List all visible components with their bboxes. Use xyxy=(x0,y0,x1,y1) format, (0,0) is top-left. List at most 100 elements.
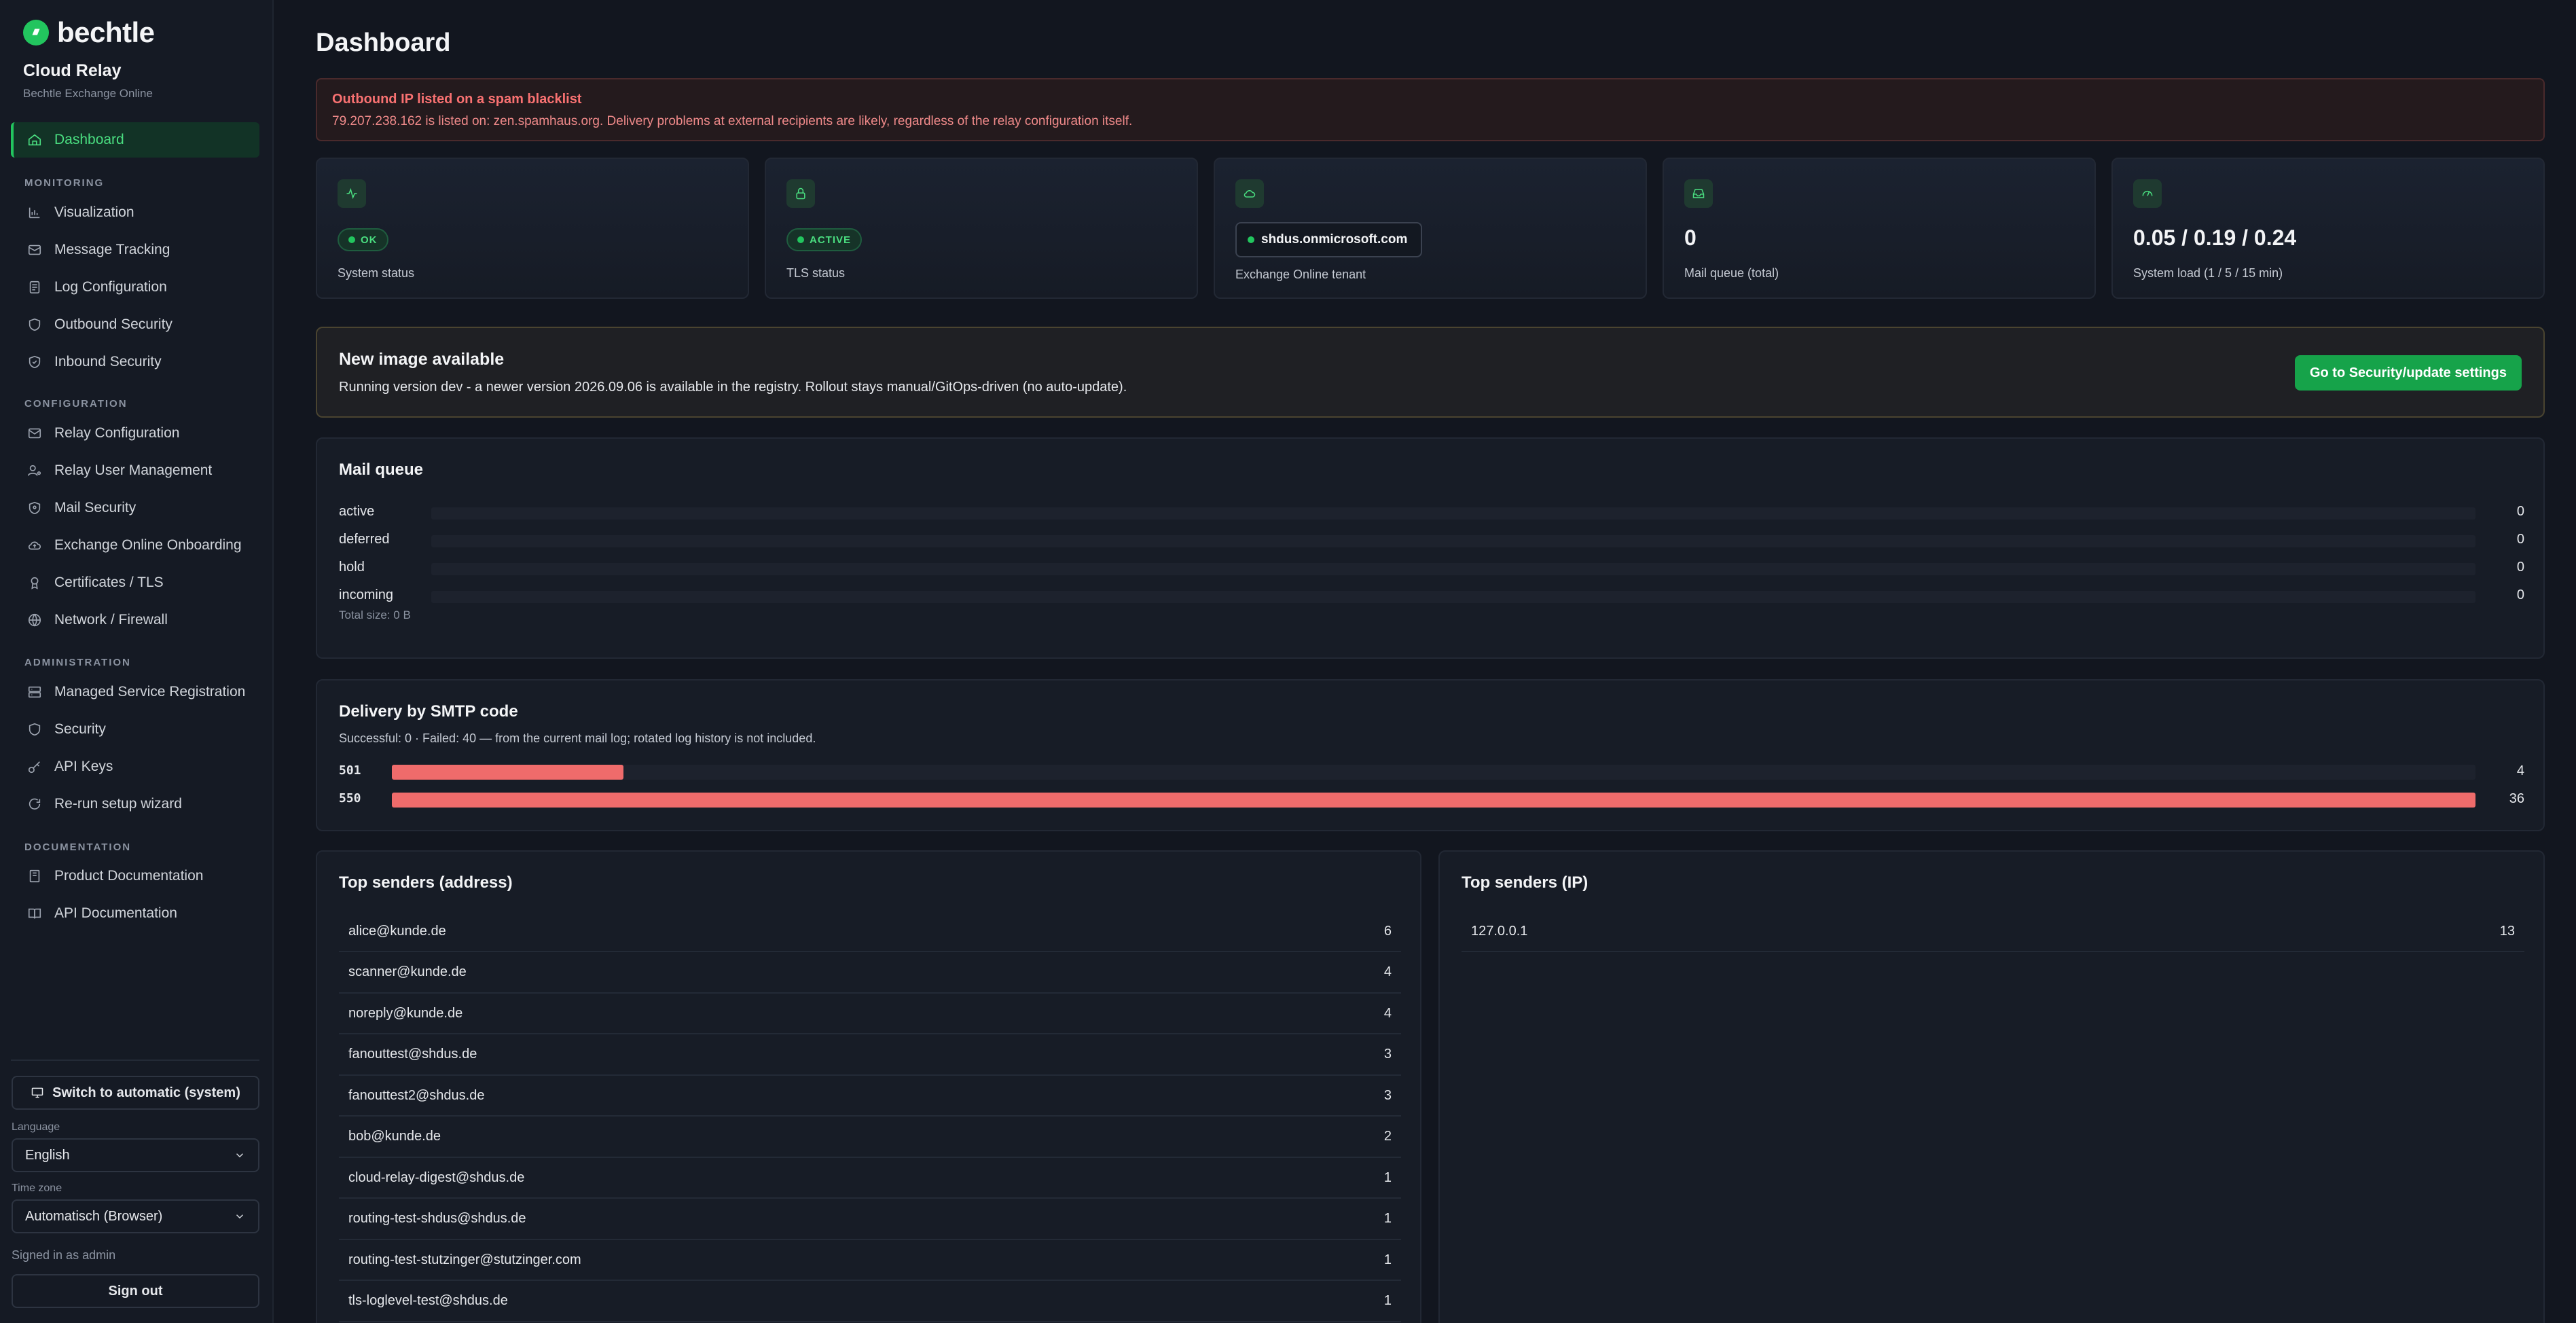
queue-row: deferred 0 xyxy=(339,530,2524,551)
nav-dashboard-label: Dashboard xyxy=(54,132,124,147)
mail-queue-value: 0 xyxy=(1684,225,1697,250)
sign-out-button[interactable]: Sign out xyxy=(12,1274,259,1308)
activity-icon xyxy=(338,179,366,208)
nav-product-documentation[interactable]: Product Documentation xyxy=(11,858,259,894)
sender-address: cloud-relay-digest@shdus.de xyxy=(348,1170,525,1185)
nav-log-configuration[interactable]: Log Configuration xyxy=(11,270,259,305)
sender-address: fanouttest2@shdus.de xyxy=(348,1087,485,1103)
status-dot xyxy=(348,236,355,243)
nav-inbound-security-label: Inbound Security xyxy=(54,354,162,369)
switch-theme-button[interactable]: Switch to automatic (system) xyxy=(12,1076,259,1110)
nav-rerun-setup-wizard-label: Re-run setup wizard xyxy=(54,796,182,812)
timezone-label: Time zone xyxy=(12,1182,62,1194)
nav-outbound-security[interactable]: Outbound Security xyxy=(11,307,259,342)
tls-status-badge: ACTIVE xyxy=(786,228,863,251)
mail-settings-icon xyxy=(28,428,41,439)
system-status-badge-text: OK xyxy=(361,234,378,246)
nav-message-tracking-label: Message Tracking xyxy=(54,242,170,257)
nav-certificates-tls[interactable]: Certificates / TLS xyxy=(11,565,259,600)
route-icon xyxy=(28,244,41,255)
signed-in-text: Signed in as admin xyxy=(12,1248,116,1262)
sender-address: scanner@kunde.de xyxy=(348,964,467,979)
book-icon xyxy=(29,869,40,883)
nav-inbound-security[interactable]: Inbound Security xyxy=(11,344,259,380)
mail-queue-title: Mail queue xyxy=(339,460,424,479)
nav-section-documentation: DOCUMENTATION xyxy=(24,841,132,853)
nav-exchange-online-onboarding-label: Exchange Online Onboarding xyxy=(54,537,242,553)
chevron-down-icon xyxy=(236,1153,244,1158)
nav-visualization-label: Visualization xyxy=(54,204,134,220)
nav-api-documentation-label: API Documentation xyxy=(54,905,177,921)
smtp-value: 4 xyxy=(2516,763,2524,778)
queue-row: incoming 0 xyxy=(339,586,2524,606)
update-text: Running version dev - a newer version 20… xyxy=(339,380,1127,395)
brand[interactable]: bechtle xyxy=(23,16,155,49)
file-text-icon xyxy=(29,280,40,294)
refresh-icon xyxy=(29,798,41,810)
sender-count: 2 xyxy=(1383,1129,1392,1144)
brand-name: bechtle xyxy=(57,16,155,48)
nav-dashboard[interactable]: Dashboard xyxy=(11,122,259,158)
update-settings-button[interactable]: Go to Security/update settings xyxy=(2294,355,2522,391)
status-dot xyxy=(1248,236,1254,243)
nav-relay-user-management[interactable]: Relay User Management xyxy=(11,453,259,488)
tls-status-label: TLS status xyxy=(786,266,846,280)
nav-message-tracking[interactable]: Message Tracking xyxy=(11,232,259,268)
shield-mail-icon xyxy=(29,501,41,515)
top-senders-ip-title: Top senders (IP) xyxy=(1462,873,1589,892)
monitor-icon xyxy=(31,1087,43,1098)
sender-row: fanouttest@shdus.de 3 xyxy=(339,1035,1401,1076)
sidebar-divider xyxy=(11,1059,259,1061)
nav-security[interactable]: Security xyxy=(11,712,259,747)
alert-title: Outbound IP listed on a spam blacklist xyxy=(332,92,582,107)
nav-rerun-setup-wizard[interactable]: Re-run setup wizard xyxy=(11,786,259,822)
sender-row: alice@kunde.de 6 xyxy=(339,911,1401,952)
smtp-title: Delivery by SMTP code xyxy=(339,702,518,721)
nav-mail-security[interactable]: Mail Security xyxy=(11,490,259,526)
system-load-card: 0.05 / 0.19 / 0.24 System load (1 / 5 / … xyxy=(2111,158,2545,299)
sender-address: alice@kunde.de xyxy=(348,923,446,939)
top-senders-address-title: Top senders (address) xyxy=(339,873,513,892)
timezone-value: Automatisch (Browser) xyxy=(25,1208,163,1224)
nav-visualization[interactable]: Visualization xyxy=(11,195,259,230)
nav-relay-configuration[interactable]: Relay Configuration xyxy=(11,416,259,451)
top-senders-ip-panel: Top senders (IP) 127.0.0.1 13 xyxy=(1438,850,2545,1323)
page-title: Dashboard xyxy=(316,29,451,57)
queue-row-label: deferred xyxy=(339,532,390,547)
smtp-value: 36 xyxy=(2509,791,2524,806)
nav-exchange-online-onboarding[interactable]: Exchange Online Onboarding xyxy=(11,528,259,563)
nav-network-firewall[interactable]: Network / Firewall xyxy=(11,602,259,638)
nav-relay-user-management-label: Relay User Management xyxy=(54,463,213,478)
bechtle-logo-icon xyxy=(23,20,49,46)
tls-status-card: ACTIVE TLS status xyxy=(765,158,1198,299)
smtp-bar-fill xyxy=(392,793,2475,808)
smtp-delivery-panel: Delivery by SMTP code Successful: 0 · Fa… xyxy=(316,679,2545,831)
nav-relay-configuration-label: Relay Configuration xyxy=(54,425,180,441)
nav-section-monitoring: MONITORING xyxy=(24,177,105,189)
sender-row: routing-test-shdus@shdus.de 1 xyxy=(339,1199,1401,1240)
nav-api-documentation[interactable]: API Documentation xyxy=(11,896,259,931)
nav-managed-service-registration[interactable]: Managed Service Registration xyxy=(11,674,259,710)
sender-count: 13 xyxy=(2499,923,2515,939)
nav-product-documentation-label: Product Documentation xyxy=(54,868,204,884)
queue-row-label: incoming xyxy=(339,587,394,602)
system-status-card: OK System status xyxy=(316,158,749,299)
nav-log-configuration-label: Log Configuration xyxy=(54,279,167,295)
mail-queue-label: Mail queue (total) xyxy=(1684,266,1779,280)
sender-row: cloud-relay-digest@shdus.de 1 xyxy=(339,1158,1401,1199)
sender-row: fanouttest2@shdus.de 3 xyxy=(339,1076,1401,1117)
alert-text: 79.207.238.162 is listed on: zen.spamhau… xyxy=(332,114,1133,128)
sender-address: tls-loglevel-test@shdus.de xyxy=(348,1293,508,1308)
sender-count: 1 xyxy=(1383,1170,1392,1185)
timezone-select[interactable]: Automatisch (Browser) xyxy=(12,1199,259,1233)
nav-managed-service-registration-label: Managed Service Registration xyxy=(54,684,246,700)
system-status-badge: OK xyxy=(338,228,388,251)
nav-network-firewall-label: Network / Firewall xyxy=(54,612,168,628)
switch-theme-label: Switch to automatic (system) xyxy=(52,1085,240,1100)
sender-count: 1 xyxy=(1383,1252,1392,1267)
lock-icon xyxy=(786,179,815,208)
nav-api-keys[interactable]: API Keys xyxy=(11,749,259,784)
nav-mail-security-label: Mail Security xyxy=(54,500,137,515)
language-select[interactable]: English xyxy=(12,1138,259,1172)
queue-bar-track xyxy=(431,507,2475,520)
